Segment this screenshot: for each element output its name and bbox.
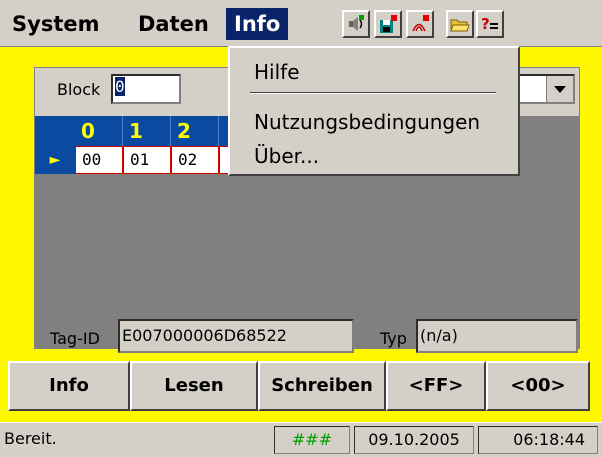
info-button[interactable]: Info bbox=[8, 361, 130, 411]
grid-corner bbox=[35, 116, 76, 146]
menu-item-nutzungsbedingungen[interactable]: Nutzungsbedingungen bbox=[254, 110, 480, 134]
menu-system[interactable]: System bbox=[4, 8, 107, 40]
grid-cell-0[interactable]: 00 bbox=[75, 146, 123, 174]
svg-text:?: ? bbox=[481, 15, 490, 33]
tag-id-label: Tag-ID bbox=[50, 329, 100, 348]
menu-item-ueber[interactable]: Über... bbox=[254, 144, 319, 168]
menu-separator bbox=[250, 92, 496, 94]
grid-cell-1[interactable]: 01 bbox=[123, 146, 171, 174]
grid-header-1: 1 bbox=[123, 116, 171, 146]
menu-bar: System Daten Info ? bbox=[0, 0, 602, 47]
block-label: Block bbox=[57, 80, 101, 99]
menu-daten[interactable]: Daten bbox=[130, 8, 217, 40]
save-icon[interactable] bbox=[374, 10, 402, 38]
tag-id-field: E007000006D68522 bbox=[118, 319, 354, 353]
status-indicator: ### bbox=[274, 426, 350, 454]
status-text: Bereit. bbox=[4, 429, 57, 448]
sound-icon[interactable] bbox=[342, 10, 370, 38]
status-bar: Bereit. ### 09.10.2005 06:18:44 bbox=[0, 422, 602, 457]
chevron-down-icon[interactable] bbox=[546, 76, 573, 102]
grid-cell-2[interactable]: 02 bbox=[171, 146, 219, 174]
help-icon[interactable]: ? bbox=[476, 10, 504, 38]
status-time: 06:18:44 bbox=[478, 426, 598, 454]
lesen-button[interactable]: Lesen bbox=[130, 361, 258, 411]
rfid-icon[interactable] bbox=[406, 10, 434, 38]
row-marker: ► bbox=[35, 146, 75, 174]
schreiben-button[interactable]: Schreiben bbox=[258, 361, 386, 411]
typ-label: Typ bbox=[380, 329, 407, 348]
zero-button[interactable]: <00> bbox=[486, 361, 590, 411]
block-value: 0 bbox=[115, 77, 125, 96]
ff-button[interactable]: <FF> bbox=[386, 361, 486, 411]
grid-header-0: 0 bbox=[75, 116, 123, 146]
typ-field: (n/a) bbox=[416, 319, 578, 353]
menu-item-hilfe[interactable]: Hilfe bbox=[254, 60, 300, 84]
menu-info[interactable]: Info bbox=[226, 8, 289, 40]
block-input[interactable]: 0 bbox=[111, 74, 181, 104]
status-date: 09.10.2005 bbox=[354, 426, 474, 454]
info-dropdown-menu: Hilfe Nutzungsbedingungen Über... bbox=[228, 46, 520, 176]
open-folder-icon[interactable] bbox=[446, 10, 474, 38]
grid-header-2: 2 bbox=[171, 116, 219, 146]
